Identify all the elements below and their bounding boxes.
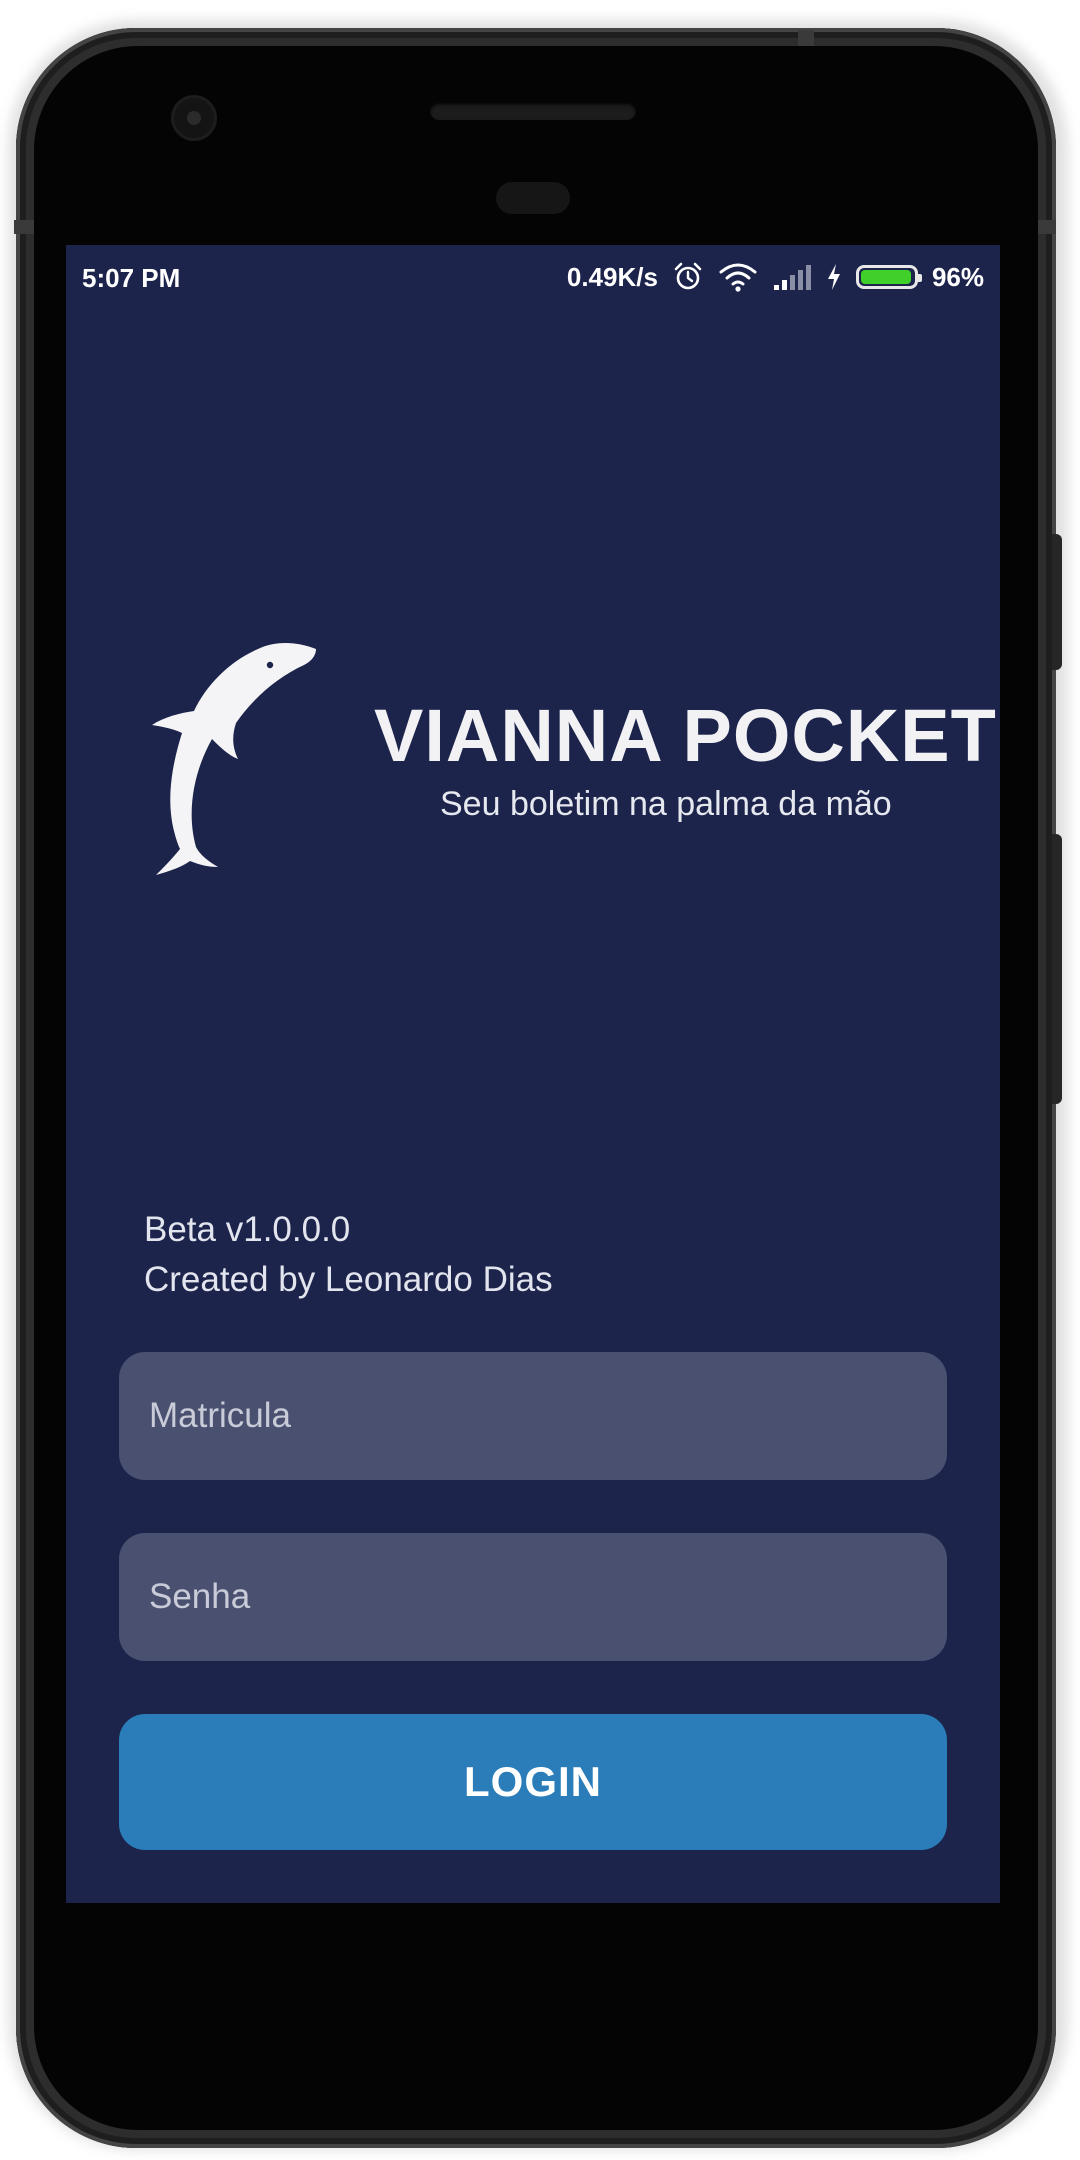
status-time: 5:07 PM [82,263,181,293]
credits: Beta v1.0.0.0 Created by Leonardo Dias [144,1205,553,1305]
battery-level-fill [860,270,911,284]
status-indicators: 0.49K/s 96% [567,259,984,295]
version-label: Beta v1.0.0.0 [144,1210,351,1249]
earpiece-speaker [430,102,636,120]
volume-button [1052,834,1062,1104]
status-bar: 5:07 PM 0.49K/s 96% [66,245,1000,309]
password-input[interactable] [119,1533,947,1661]
matricula-input[interactable] [119,1352,947,1480]
proximity-sensor [496,182,570,214]
wifi-icon [718,261,758,293]
dolphin-icon [152,643,316,875]
login-screen: 5:07 PM 0.49K/s 96% VIANNA POCKET Seu bo… [66,245,1000,1903]
matricula-field[interactable] [119,1352,947,1480]
battery-icon [855,265,922,289]
author-label: Created by Leonardo Dias [144,1260,553,1299]
app-subtitle: Seu boletim na palma da mão [440,785,892,823]
senha-field[interactable] [119,1533,947,1661]
signal-icon [772,263,812,291]
frame-antenna-line [14,220,36,234]
alarm-icon [672,261,704,293]
front-camera-icon [174,98,214,138]
frame-antenna-line [798,30,814,46]
charging-icon [826,263,842,291]
device-mockup: 5:07 PM 0.49K/s 96% VIANNA POCKET Seu bo… [0,0,1080,2160]
power-button [1052,534,1062,670]
network-speed: 0.49K/s [566,261,658,292]
battery-percent: 96% [931,261,984,292]
app-title: VIANNA POCKET [374,694,997,777]
login-button[interactable]: LOGIN [119,1714,947,1850]
